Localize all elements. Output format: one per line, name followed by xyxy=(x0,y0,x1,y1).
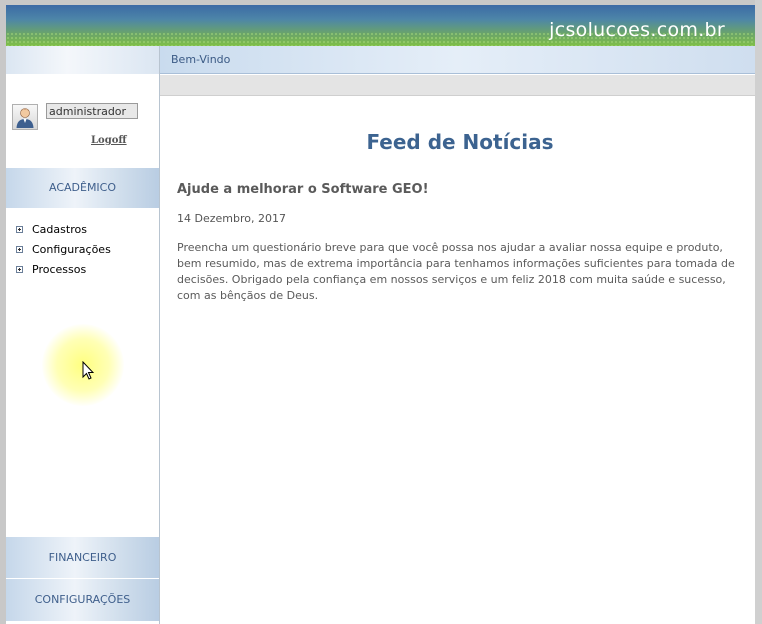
sidebar: administrador Logoff ACADÊMICO Cadastros… xyxy=(6,46,160,624)
site-name: jcsolucoes.com.br xyxy=(549,19,725,41)
section-configuracoes[interactable]: CONFIGURAÇÕES xyxy=(6,579,159,621)
main-content: Bem-Vindo Feed de Notícias Ajude a melho… xyxy=(160,46,755,624)
menu-item-label: Configurações xyxy=(32,242,111,256)
username-field[interactable]: administrador xyxy=(46,103,138,119)
tab-bem-vindo[interactable]: Bem-Vindo xyxy=(171,53,230,66)
window-edge xyxy=(755,0,762,624)
menu-item-label: Processos xyxy=(32,262,87,276)
article-body: Preencha um questionário breve para que … xyxy=(177,241,735,302)
tab-bar: Bem-Vindo xyxy=(160,46,755,74)
mouse-cursor-icon xyxy=(82,360,95,384)
header-banner: jcsolucoes.com.br xyxy=(6,5,755,46)
section-academico[interactable]: ACADÊMICO xyxy=(6,168,159,208)
article-title: Ajude a melhorar o Software GEO! xyxy=(177,182,429,197)
feed-title: Feed de Notícias xyxy=(366,130,554,154)
menu-item-processos[interactable]: Processos xyxy=(16,259,111,279)
academico-menu: Cadastros Configurações Processos xyxy=(16,219,111,279)
logoff-link[interactable]: Logoff xyxy=(91,135,127,146)
article-date: 14 Dezembro, 2017 xyxy=(177,212,286,225)
plus-expand-icon[interactable] xyxy=(16,245,23,253)
menu-item-configuracoes[interactable]: Configurações xyxy=(16,239,111,259)
user-panel: administrador Logoff xyxy=(6,98,159,166)
section-financeiro[interactable]: FINANCEIRO xyxy=(6,537,159,578)
sidebar-top-bar xyxy=(6,46,159,74)
page: jcsolucoes.com.br administrador Logoff A… xyxy=(6,5,755,624)
menu-item-label: Cadastros xyxy=(32,222,87,236)
menu-item-cadastros[interactable]: Cadastros xyxy=(16,219,111,239)
toolbar-strip xyxy=(160,75,755,96)
plus-expand-icon[interactable] xyxy=(16,265,23,273)
plus-expand-icon[interactable] xyxy=(16,225,23,233)
user-avatar-icon xyxy=(12,104,38,130)
